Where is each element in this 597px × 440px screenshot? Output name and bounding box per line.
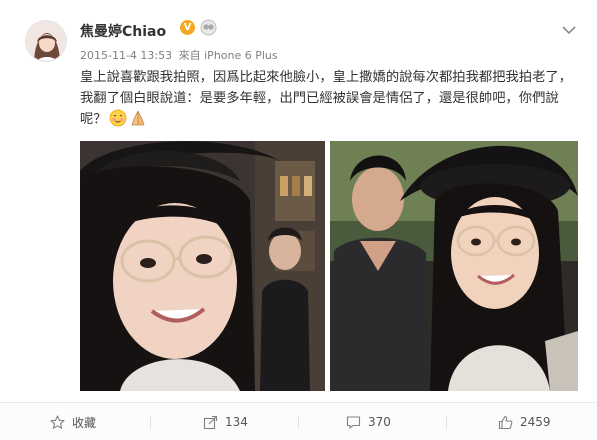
post-text-line: 呢？ — [80, 109, 580, 130]
source-device: iPhone 6 Plus — [204, 49, 278, 62]
author-name[interactable]: 焦曼婷Chiao — [80, 21, 166, 41]
like-count: 2459 — [520, 415, 551, 429]
avatar[interactable] — [25, 20, 67, 62]
post-photo[interactable] — [330, 141, 578, 391]
post-text: 皇上說喜歡跟我拍照，因爲比起來他臉小，皇上撒嬌的說每次都拍我都把我拍老了， 我翻… — [80, 67, 580, 130]
divider — [298, 415, 299, 429]
thumbs-up-icon — [498, 415, 513, 429]
favorite-label: 收藏 — [72, 415, 97, 430]
post-text-line-content: 呢？ — [80, 112, 107, 127]
member-icon — [200, 19, 217, 36]
comment-icon — [346, 415, 361, 429]
favorite-button[interactable]: 收藏 — [50, 412, 96, 432]
comment-button[interactable]: 370 — [346, 412, 391, 432]
action-bar: 收藏 134 370 2459 — [0, 402, 597, 440]
chevron-down-icon[interactable] — [562, 20, 576, 35]
verified-badge-icon: V — [180, 20, 195, 35]
post-text-line: 我翻了個白眼說道：是要多年輕，出門已經被誤會是情侶了，還是很帥吧，你們說 — [80, 91, 559, 106]
share-count: 134 — [225, 415, 248, 429]
pray-hands-emoji-icon — [129, 109, 147, 127]
share-button[interactable]: 134 — [203, 412, 248, 432]
comment-count: 370 — [368, 415, 391, 429]
source-prefix: 來自 — [178, 49, 201, 62]
post-meta: 2015-11-4 13:53 來自 iPhone 6 Plus — [80, 47, 278, 63]
post-timestamp[interactable]: 2015-11-4 13:53 — [80, 49, 172, 62]
divider — [150, 415, 151, 429]
divider — [446, 415, 447, 429]
post-photo[interactable] — [80, 141, 325, 391]
star-icon — [50, 414, 65, 429]
like-button[interactable]: 2459 — [498, 412, 551, 432]
share-icon — [203, 415, 218, 429]
post-text-line: 皇上說喜歡跟我拍照，因爲比起來他臉小，皇上撒嬌的說每次都拍我都把我拍老了， — [80, 70, 572, 85]
blush-face-emoji-icon — [109, 109, 127, 127]
weibo-post-card: 焦曼婷Chiao V 2015-11-4 13:53 來自 iPhone 6 P… — [0, 0, 597, 440]
